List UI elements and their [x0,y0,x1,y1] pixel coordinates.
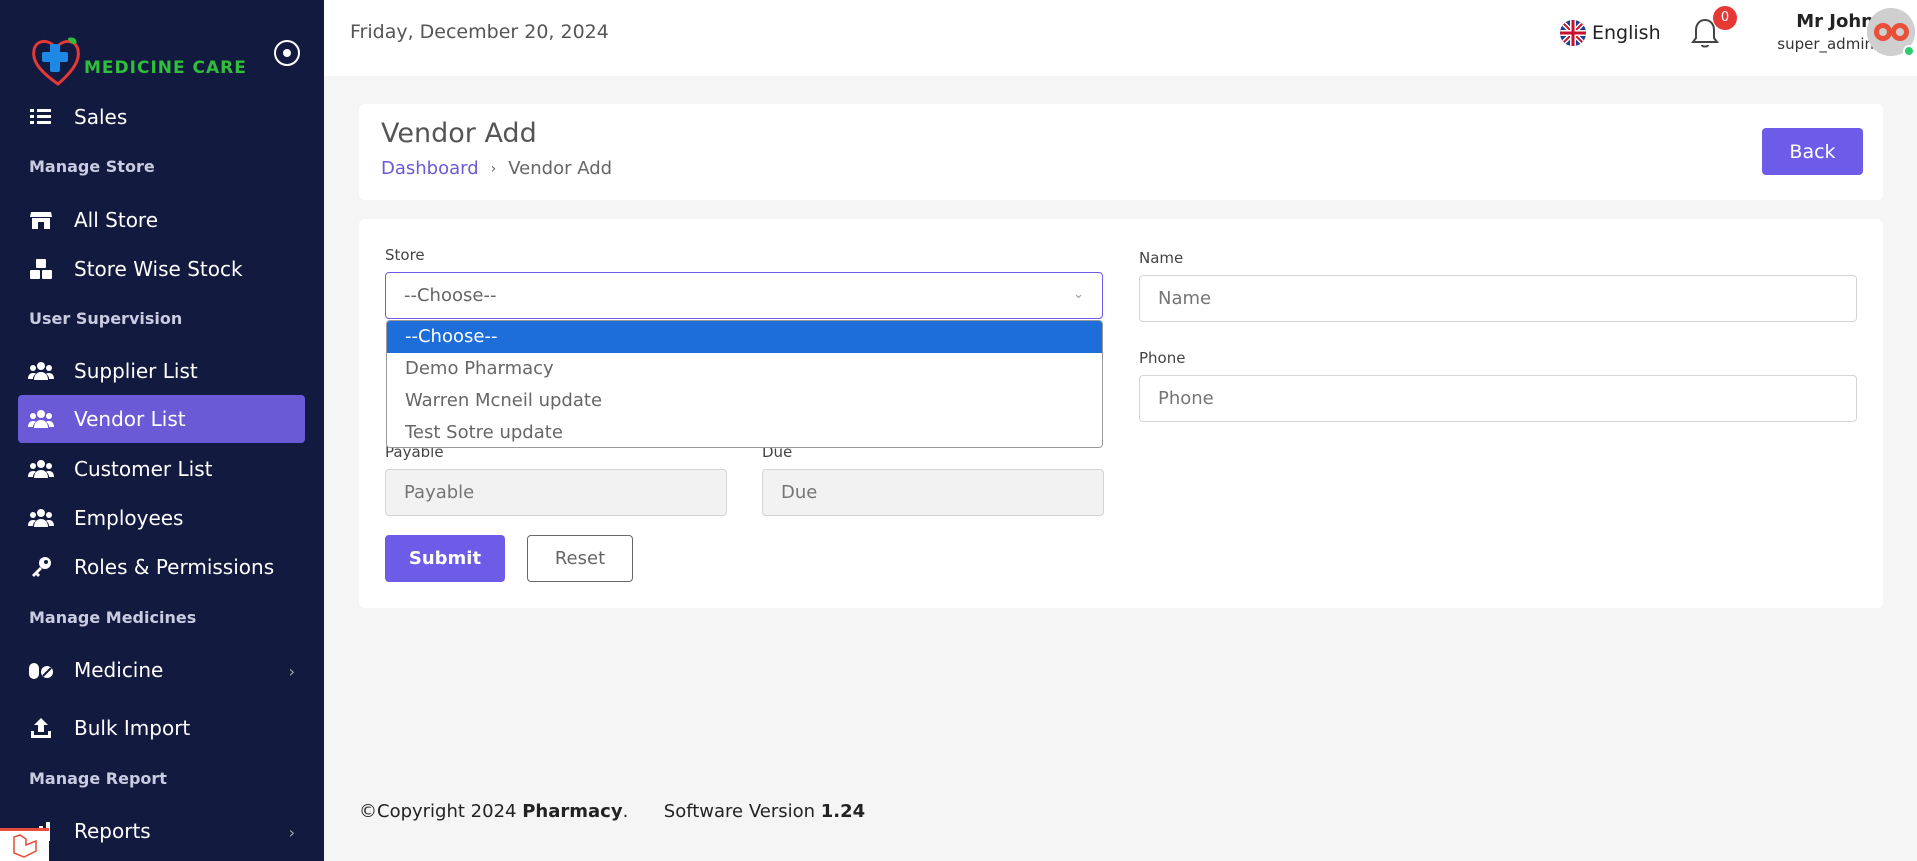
users-icon [28,505,54,531]
footer-version-label: Software Version [663,801,821,822]
sidebar-item-medicine[interactable]: Medicine › [18,646,305,694]
sidebar-item-all-store[interactable]: All Store [18,196,305,244]
users-icon [28,406,54,432]
sidebar-item-bulk-import[interactable]: Bulk Import [18,704,305,752]
sidebar-item-label: Employees [74,506,184,530]
brand-name: MEDICINE CARE [84,58,247,78]
users-icon [28,456,54,482]
breadcrumb: Dashboard › Vendor Add [381,158,612,179]
user-role: super_admin [1777,35,1874,53]
online-status-indicator [1903,45,1915,57]
upload-icon [28,715,54,741]
language-selector[interactable]: English [1560,20,1661,46]
medicine-care-logo-icon [32,37,80,86]
users-icon [28,358,54,384]
top-bar: Friday, December 20, 2024 English 0 Mr J… [324,0,1917,76]
sidebar-item-employees[interactable]: Employees [18,494,305,542]
sidebar-item-roles-permissions[interactable]: Roles & Permissions [18,543,305,591]
section-manage-medicines: Manage Medicines [29,608,197,627]
breadcrumb-dashboard-link[interactable]: Dashboard [381,158,479,179]
chevron-down-icon: ⌄ [1073,287,1084,302]
section-user-supervision: User Supervision [29,309,183,328]
sidebar-item-label: Customer List [74,457,213,481]
sidebar-item-label: All Store [74,208,159,232]
phone-input[interactable] [1139,375,1857,422]
name-label: Name [1139,249,1184,267]
store-option[interactable]: Demo Pharmacy [387,353,1102,385]
sidebar-item-label: Sales [74,105,128,129]
chevron-right-icon: › [490,160,497,177]
current-date: Friday, December 20, 2024 [350,21,609,43]
store-icon [28,207,54,233]
footer-copyright: ©Copyright 2024 [359,801,523,822]
user-name[interactable]: Mr John [1754,11,1874,32]
sidebar-item-reports[interactable]: Reports › [18,807,305,855]
footer: ©Copyright 2024 Pharmacy. Software Versi… [359,801,865,822]
reset-button[interactable]: Reset [527,535,633,582]
page-header-card: Vendor Add Dashboard › Vendor Add Back [359,104,1883,200]
submit-button[interactable]: Submit [385,535,505,582]
uk-flag-icon [1560,20,1586,46]
breadcrumb-current: Vendor Add [508,158,613,179]
store-dropdown-list: --Choose-- Demo Pharmacy Warren Mcneil u… [386,320,1103,448]
footer-version: 1.24 [820,801,866,822]
name-input[interactable] [1139,275,1857,322]
sidebar-item-store-wise-stock[interactable]: Store Wise Stock [18,245,305,293]
footer-company: Pharmacy [522,801,623,822]
sidebar-item-supplier-list[interactable]: Supplier List [18,347,305,395]
payable-input[interactable] [385,469,727,516]
sidebar-toggle-button[interactable] [274,40,300,66]
footer-period: . [622,801,629,822]
list-icon [28,104,54,130]
store-select[interactable]: --Choose-- ⌄ [385,272,1103,319]
chevron-right-icon: › [288,662,295,681]
sidebar-item-label: Medicine [74,658,164,682]
sidebar-item-label: Roles & Permissions [74,555,275,579]
key-icon [28,554,54,580]
section-manage-report: Manage Report [29,769,167,788]
sidebar-item-label: Bulk Import [74,716,191,740]
sidebar-item-label: Store Wise Stock [74,257,243,281]
sidebar-item-sales[interactable]: Sales [18,93,305,141]
store-select-value: --Choose-- [404,285,497,306]
store-option[interactable]: Test Sotre update [387,417,1102,447]
store-option[interactable]: Warren Mcneil update [387,385,1102,417]
sidebar: MEDICINE CARE Sales Manage Store All Sto… [0,0,324,861]
pills-icon [28,657,54,683]
back-button[interactable]: Back [1762,128,1863,175]
boxes-icon [28,256,54,282]
section-manage-store: Manage Store [29,157,155,176]
language-label: English [1592,22,1661,44]
laravel-debug-icon[interactable] [0,828,49,861]
store-option[interactable]: --Choose-- [387,321,1102,353]
sidebar-item-label: Supplier List [74,359,198,383]
phone-label: Phone [1139,349,1186,367]
brand-logo[interactable]: MEDICINE CARE [28,34,308,88]
page-title: Vendor Add [381,118,537,149]
notification-count-badge: 0 [1713,6,1737,30]
sidebar-item-customer-list[interactable]: Customer List [18,445,305,493]
store-label: Store [385,246,425,264]
due-input[interactable] [762,469,1104,516]
sidebar-item-label: Vendor List [74,407,186,431]
sidebar-item-label: Reports [74,819,151,843]
chevron-right-icon: › [288,823,295,842]
sidebar-item-vendor-list[interactable]: Vendor List [18,395,305,443]
